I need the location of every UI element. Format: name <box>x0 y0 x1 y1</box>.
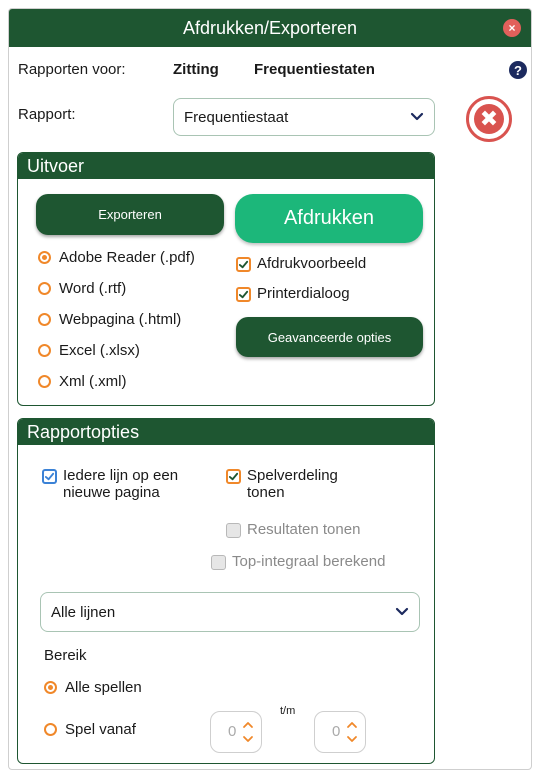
radio-icon <box>38 344 51 357</box>
report-options-title: Rapportopties <box>18 419 434 445</box>
top-integral-checkbox[interactable]: Top-integraal berekend <box>211 553 385 570</box>
game-distribution-label: Spelverdeling tonen <box>247 467 338 501</box>
radio-icon <box>38 375 51 388</box>
format-label: Webpagina (.html) <box>59 311 182 328</box>
chevron-down-icon <box>395 604 409 621</box>
checkbox-icon <box>211 555 226 570</box>
lines-select[interactable]: Alle lijnen <box>40 592 420 632</box>
to-game-value: 0 <box>332 723 341 740</box>
checkbox-checked-icon <box>236 287 251 302</box>
game-from-radio[interactable]: Spel vanaf <box>44 721 136 738</box>
print-export-dialog: Afdrukken/Exporteren × Rapporten voor: Z… <box>8 8 532 770</box>
report-select-value: Frequentiestaat <box>184 108 289 126</box>
advanced-options-button[interactable]: Geavanceerde opties <box>236 317 423 357</box>
export-button[interactable]: Exporteren <box>36 194 224 235</box>
each-line-label-line-1: Iedere lijn op een <box>63 467 179 484</box>
each-line-label-line-2: nieuwe pagina <box>63 484 160 501</box>
chevron-down-icon <box>410 109 424 126</box>
stepper-arrows-icon[interactable] <box>346 717 358 747</box>
format-option-xml[interactable]: Xml (.xml) <box>38 373 127 390</box>
show-results-label: Resultaten tonen <box>247 521 361 538</box>
print-button[interactable]: Afdrukken <box>235 194 423 243</box>
range-label: Bereik <box>44 647 87 664</box>
close-window-icon[interactable]: × <box>503 19 521 37</box>
game-from-label: Spel vanaf <box>65 721 136 738</box>
show-results-checkbox[interactable]: Resultaten tonen <box>226 521 360 538</box>
cancel-button[interactable]: ✖ <box>466 96 512 142</box>
format-option-xlsx[interactable]: Excel (.xlsx) <box>38 342 140 359</box>
format-label: Xml (.xml) <box>59 373 127 390</box>
format-option-pdf[interactable]: Adobe Reader (.pdf) <box>38 249 195 266</box>
frequency-statements-label: Frequentiestaten <box>254 61 375 78</box>
report-options-panel: Rapportopties Iedere lijn op een nieuwe … <box>17 418 435 764</box>
title-bar: Afdrukken/Exporteren × <box>9 9 531 47</box>
format-label: Adobe Reader (.pdf) <box>59 249 195 266</box>
from-game-stepper[interactable]: 0 <box>210 711 262 753</box>
all-games-radio[interactable]: Alle spellen <box>44 679 142 696</box>
checkbox-icon <box>226 523 241 538</box>
all-games-label: Alle spellen <box>65 679 142 696</box>
top-integral-label: Top-integraal berekend <box>232 553 386 570</box>
report-label: Rapport: <box>18 106 76 123</box>
printer-dialog-label: Printerdialoog <box>257 285 350 302</box>
format-option-html[interactable]: Webpagina (.html) <box>38 311 181 328</box>
to-game-stepper[interactable]: 0 <box>314 711 366 753</box>
print-preview-checkbox[interactable]: Afdrukvoorbeeld <box>236 255 366 272</box>
from-game-value: 0 <box>228 723 237 740</box>
to-label: t/m <box>280 705 296 717</box>
output-panel: Uitvoer Exporteren Afdrukken Adobe Reade… <box>17 152 435 406</box>
output-panel-title: Uitvoer <box>18 153 434 179</box>
print-preview-label: Afdrukvoorbeeld <box>257 255 367 272</box>
reports-for-label: Rapporten voor: <box>18 61 126 78</box>
each-line-new-page-label: Iedere lijn op een nieuwe pagina <box>63 467 178 501</box>
report-select[interactable]: Frequentiestaat <box>173 98 435 136</box>
radio-icon <box>44 723 57 736</box>
session-label: Zitting <box>173 61 219 78</box>
checkbox-checked-icon <box>226 469 241 484</box>
cancel-x-icon: ✖ <box>474 104 504 134</box>
radio-selected-icon <box>44 681 57 694</box>
help-icon[interactable]: ? <box>509 61 527 79</box>
printer-dialog-checkbox[interactable]: Printerdialoog <box>236 285 350 302</box>
stepper-arrows-icon[interactable] <box>242 717 254 747</box>
format-label: Excel (.xlsx) <box>59 342 140 359</box>
radio-icon <box>38 282 51 295</box>
game-distribution-label-line-1: Spelverdeling <box>247 467 338 484</box>
game-distribution-label-line-2: tonen <box>247 484 285 501</box>
game-distribution-checkbox[interactable]: Spelverdeling tonen <box>226 467 338 501</box>
format-label: Word (.rtf) <box>59 280 127 297</box>
checkbox-checked-icon <box>236 257 251 272</box>
lines-select-value: Alle lijnen <box>51 603 116 621</box>
radio-selected-icon <box>38 251 51 264</box>
dialog-title: Afdrukken/Exporteren <box>182 17 358 38</box>
radio-icon <box>38 313 51 326</box>
each-line-new-page-checkbox[interactable]: Iedere lijn op een nieuwe pagina <box>42 467 178 501</box>
checkbox-checked-icon <box>42 469 57 484</box>
format-option-rtf[interactable]: Word (.rtf) <box>38 280 126 297</box>
